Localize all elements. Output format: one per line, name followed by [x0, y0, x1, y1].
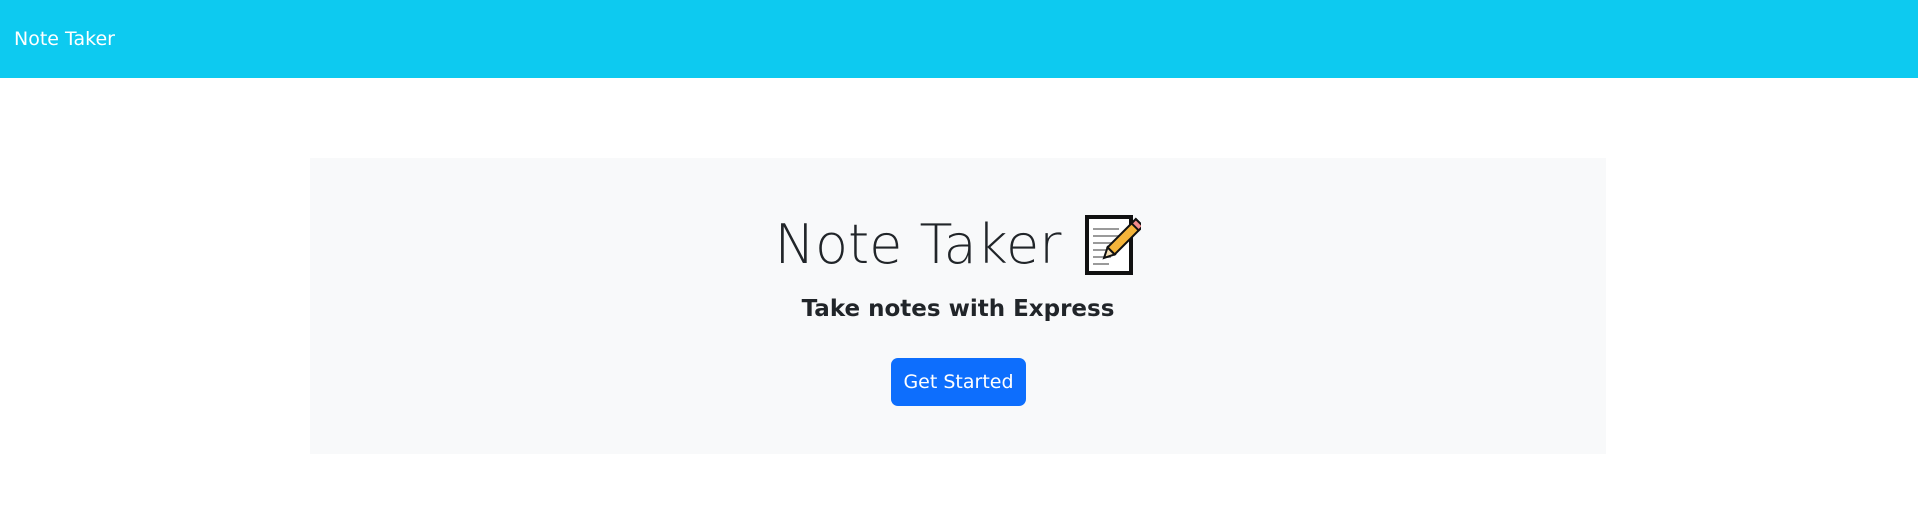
- hero-subtitle: Take notes with Express: [801, 296, 1115, 322]
- navbar-brand-link[interactable]: Note Taker: [14, 28, 115, 50]
- hero-title: Note Taker: [774, 213, 1062, 276]
- get-started-button[interactable]: Get Started: [891, 358, 1026, 406]
- hero-title-row: Note Taker: [310, 210, 1606, 280]
- top-navbar: Note Taker: [0, 0, 1918, 78]
- hero-section: Note Taker Take notes with Express Get S…: [310, 158, 1606, 454]
- memo-icon: [1081, 213, 1145, 277]
